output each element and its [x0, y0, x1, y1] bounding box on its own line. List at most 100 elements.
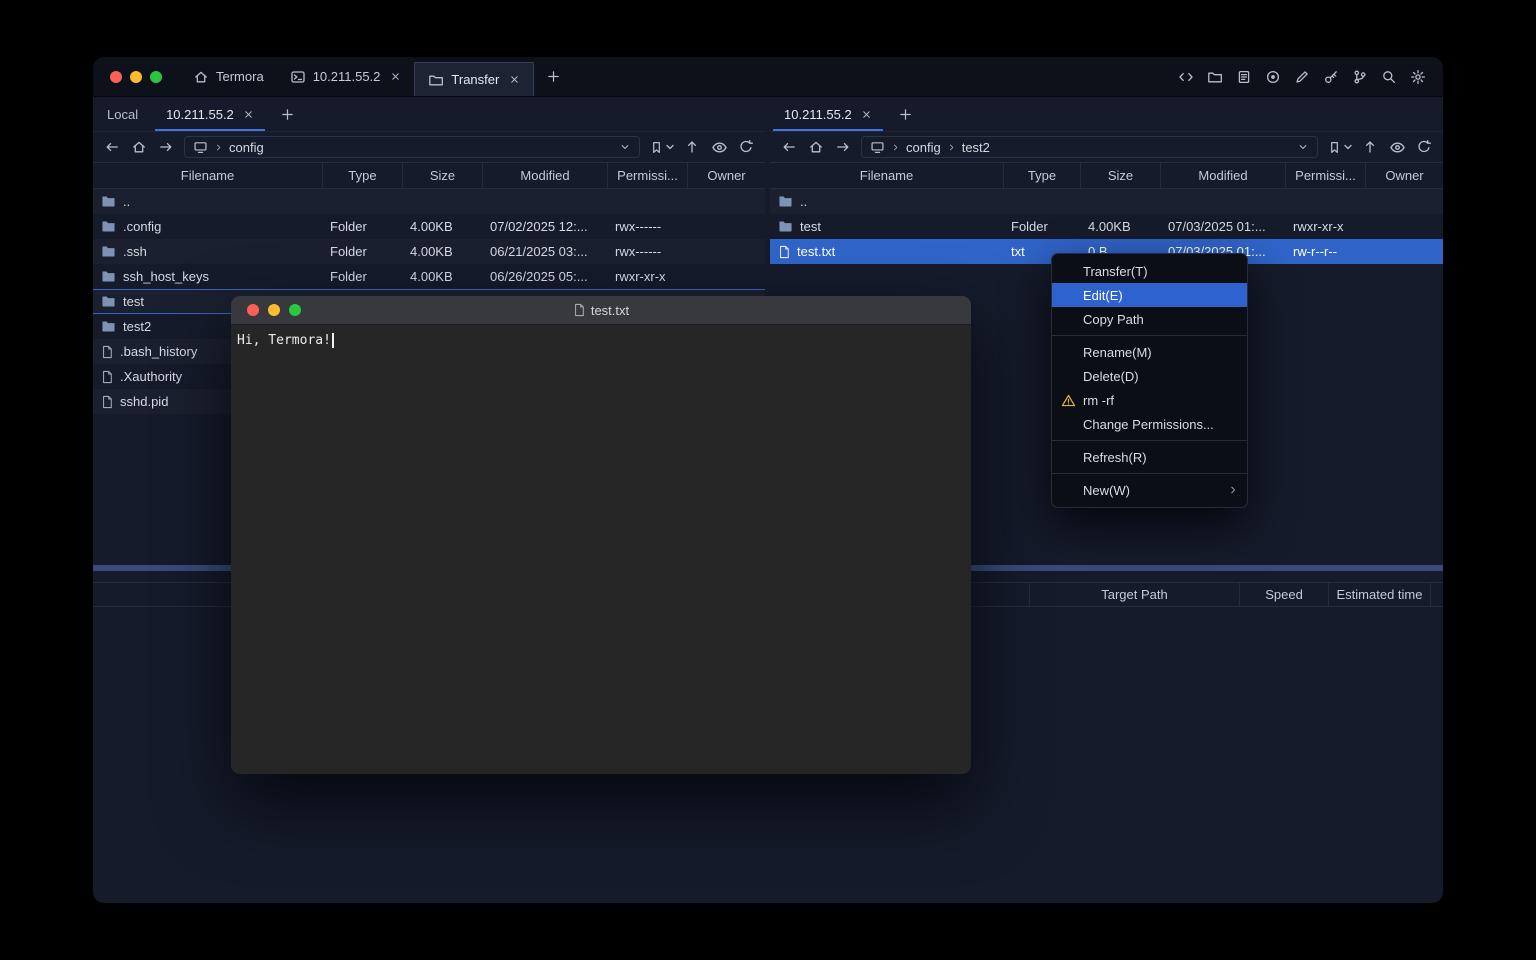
back-button[interactable] — [103, 138, 121, 156]
close-button[interactable] — [110, 71, 122, 83]
path-segment[interactable]: test2 — [962, 140, 990, 155]
show-hidden-button[interactable] — [1388, 138, 1406, 156]
home-icon — [808, 139, 824, 155]
clipboard-icon[interactable] — [1235, 68, 1253, 86]
path-segment[interactable]: config — [229, 140, 264, 155]
filename-cell: test.txt — [770, 244, 1004, 259]
transfer-header-filler — [1431, 583, 1443, 606]
arrow-up-icon — [1362, 139, 1378, 155]
column-header[interactable]: Filename — [93, 163, 323, 188]
tab-close-icon[interactable] — [390, 71, 401, 82]
column-header[interactable]: Estimated time — [1329, 583, 1431, 606]
refresh-icon — [738, 139, 754, 155]
column-header[interactable]: Size — [403, 163, 483, 188]
left-path-bar[interactable]: config — [184, 136, 640, 158]
editor-titlebar[interactable]: test.txt — [231, 296, 971, 325]
home-button[interactable] — [130, 138, 148, 156]
editor-minimize-button[interactable] — [268, 304, 280, 316]
tab-transfer[interactable]: Transfer — [414, 62, 534, 96]
tab-label: Transfer — [451, 72, 499, 87]
column-header[interactable]: Size — [1081, 163, 1161, 188]
menu-item-transfer[interactable]: Transfer(T) — [1052, 259, 1247, 283]
minimize-button[interactable] — [130, 71, 142, 83]
chevron-down-icon[interactable] — [619, 141, 631, 153]
up-directory-button[interactable] — [1361, 138, 1379, 156]
editor-maximize-button[interactable] — [289, 304, 301, 316]
new-panel-tab-button[interactable] — [886, 97, 925, 131]
column-header[interactable]: Modified — [1161, 163, 1286, 188]
permissions-cell: rwxr-xr-x — [608, 269, 688, 284]
folder-icon — [778, 195, 793, 208]
tab-remote-host[interactable]: 10.211.55.2 — [152, 97, 268, 131]
modified-cell: 06/21/2025 03:... — [483, 244, 608, 259]
column-header[interactable]: Permissi... — [1286, 163, 1366, 188]
file-row[interactable]: .ssh Folder 4.00KB 06/21/2025 03:... rwx… — [93, 239, 765, 264]
menu-item-rename[interactable]: Rename(M) — [1052, 340, 1247, 364]
search-icon[interactable] — [1380, 68, 1398, 86]
home-button[interactable] — [807, 138, 825, 156]
bookmark-button[interactable] — [1327, 140, 1352, 155]
column-header[interactable]: Type — [323, 163, 403, 188]
up-directory-button[interactable] — [683, 138, 701, 156]
gear-icon[interactable] — [1409, 68, 1427, 86]
tab-host[interactable]: 10.211.55.2 — [277, 57, 415, 96]
menu-item-edit[interactable]: Edit(E) — [1052, 283, 1247, 307]
left-panel-tabs: Local 10.211.55.2 — [93, 97, 765, 132]
file-row[interactable]: ssh_host_keys Folder 4.00KB 06/26/2025 0… — [93, 264, 765, 289]
column-header[interactable]: Owner — [688, 163, 765, 188]
maximize-button[interactable] — [150, 71, 162, 83]
menu-item-change-permissions[interactable]: Change Permissions... — [1052, 412, 1247, 436]
branch-icon[interactable] — [1351, 68, 1369, 86]
menu-separator — [1052, 473, 1247, 474]
permissions-cell: rw-r--r-- — [1286, 244, 1366, 259]
editor-text: Hi, Termora! — [237, 333, 331, 348]
plus-icon — [898, 107, 913, 122]
menu-item-copy-path[interactable]: Copy Path — [1052, 307, 1247, 331]
code-icon[interactable] — [1177, 68, 1195, 86]
pencil-icon[interactable] — [1293, 68, 1311, 86]
show-hidden-button[interactable] — [710, 138, 728, 156]
new-panel-tab-button[interactable] — [268, 97, 307, 131]
refresh-button[interactable] — [737, 138, 755, 156]
computer-icon — [193, 140, 208, 155]
column-header[interactable]: Speed — [1240, 583, 1329, 606]
right-path-bar[interactable]: config test2 — [861, 136, 1318, 158]
menu-item-rm-rf[interactable]: rm -rf — [1052, 388, 1247, 412]
folder-icon[interactable] — [1206, 68, 1224, 86]
tab-close-icon[interactable] — [861, 109, 872, 120]
menu-item-new[interactable]: New(W) — [1052, 478, 1247, 502]
menu-item-delete[interactable]: Delete(D) — [1052, 364, 1247, 388]
file-row[interactable]: test Folder 4.00KB 07/03/2025 01:... rwx… — [770, 214, 1443, 239]
tab-close-icon[interactable] — [243, 109, 254, 120]
file-row[interactable]: .. — [93, 189, 765, 214]
column-header[interactable]: Target Path — [1030, 583, 1240, 606]
column-header[interactable]: Type — [1004, 163, 1081, 188]
column-header[interactable]: Modified — [483, 163, 608, 188]
key-icon[interactable] — [1322, 68, 1340, 86]
back-button[interactable] — [780, 138, 798, 156]
chevron-down-icon[interactable] — [1297, 141, 1309, 153]
refresh-button[interactable] — [1415, 138, 1433, 156]
new-tab-button[interactable] — [534, 57, 573, 96]
app-tabs: Termora 10.211.55.2 Transfer — [180, 57, 573, 96]
column-header[interactable]: Filename — [770, 163, 1004, 188]
folder-icon — [101, 245, 116, 258]
tab-remote-host[interactable]: 10.211.55.2 — [770, 97, 886, 131]
menu-item-refresh[interactable]: Refresh(R) — [1052, 445, 1247, 469]
path-segment[interactable]: config — [906, 140, 941, 155]
record-icon[interactable] — [1264, 68, 1282, 86]
column-header[interactable]: Permissi... — [608, 163, 688, 188]
type-cell: Folder — [323, 219, 403, 234]
column-header[interactable]: Owner — [1366, 163, 1443, 188]
editor-close-button[interactable] — [247, 304, 259, 316]
forward-button[interactable] — [834, 138, 852, 156]
bookmark-button[interactable] — [649, 140, 674, 155]
tab-local[interactable]: Local — [93, 97, 152, 131]
left-table-header: Filename Type Size Modified Permissi... … — [93, 162, 765, 189]
editor-content[interactable]: Hi, Termora! — [231, 325, 971, 356]
forward-button[interactable] — [157, 138, 175, 156]
file-row[interactable]: .config Folder 4.00KB 07/02/2025 12:... … — [93, 214, 765, 239]
tab-close-icon[interactable] — [509, 74, 520, 85]
file-row[interactable]: .. — [770, 189, 1443, 214]
tab-termora[interactable]: Termora — [180, 57, 277, 96]
